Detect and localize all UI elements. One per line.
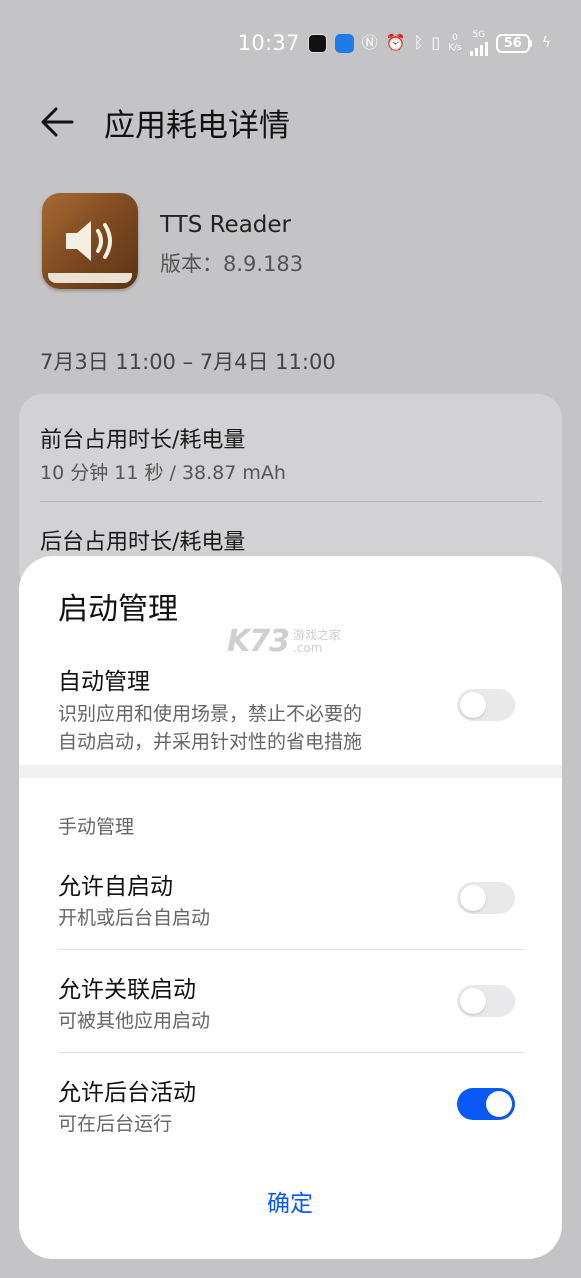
tiktok-icon [307, 33, 327, 53]
allow-auto-launch-desc: 开机或后台自启动 [58, 907, 211, 929]
auto-management-desc-line2: 自动启动，并采用针对性的省电措施 [58, 731, 363, 753]
date-range: 7月3日 11:00 – 7月4日 11:00 [40, 350, 336, 374]
app-version: 版本：8.9.183 [160, 252, 304, 276]
network-type: 5G [472, 30, 486, 40]
allow-background-activity-toggle[interactable] [457, 1088, 515, 1120]
bluetooth-icon: ᛒ [413, 33, 424, 52]
signal-icon: 5G [469, 30, 488, 56]
manual-management-label: 手动管理 [58, 816, 135, 838]
toggle-knob [460, 885, 486, 911]
auto-management-toggle[interactable] [457, 689, 515, 721]
page-title: 应用耗电详情 [104, 108, 290, 144]
battery-icon: 56 [495, 33, 532, 53]
section-separator [19, 765, 562, 778]
toggle-knob [460, 692, 486, 718]
watermark-logo: K73 [227, 624, 290, 659]
toggle-knob [460, 988, 486, 1014]
foreground-usage-title: 前台占用时长/耗电量 [40, 428, 246, 453]
auto-management-title: 自动管理 [58, 669, 150, 695]
allow-auto-launch-title: 允许自启动 [58, 874, 173, 900]
allow-associated-launch-desc: 可被其他应用启动 [58, 1010, 211, 1032]
allow-background-activity-desc: 可在后台运行 [58, 1113, 173, 1135]
allow-background-activity-title: 允许后台活动 [58, 1080, 196, 1106]
confirm-button[interactable]: 确定 [190, 1176, 390, 1226]
allow-associated-launch-title: 允许关联启动 [58, 977, 196, 1003]
divider [40, 501, 543, 502]
watermark-site: 游戏之家 [293, 627, 342, 642]
watermark-domain: .com [293, 640, 323, 655]
divider [58, 1052, 524, 1053]
status-bar: 10:37 Ⓝ ⏰ ᛒ ▯ 0 K/s 5G 56 ϟ [238, 28, 551, 58]
back-arrow-icon [41, 107, 74, 137]
divider [58, 949, 524, 950]
toggle-knob [486, 1091, 512, 1117]
nfc-icon: Ⓝ [361, 33, 378, 52]
charging-icon: ϟ [541, 35, 551, 51]
auto-management-desc-line1: 识别应用和使用场景，禁止不必要的 [58, 703, 363, 725]
network-speed-unit: K/s [448, 43, 462, 53]
speaker-icon [66, 221, 112, 261]
allow-associated-launch-toggle[interactable] [457, 985, 515, 1017]
network-speed: 0 K/s [448, 33, 462, 53]
background-usage-title: 后台占用时长/耗电量 [40, 530, 246, 555]
battery-level: 56 [495, 33, 530, 53]
allow-auto-launch-toggle[interactable] [457, 882, 515, 914]
app-notification-icon [334, 33, 354, 53]
network-speed-value: 0 [452, 33, 458, 43]
launch-management-sheet: 启动管理 K73 游戏之家 .com 自动管理 识别应用和使用场景，禁止不必要的… [19, 556, 562, 1259]
app-icon [42, 193, 138, 289]
vibrate-icon: ▯ [431, 33, 441, 52]
app-name: TTS Reader [160, 212, 292, 238]
status-time: 10:37 [237, 31, 300, 55]
foreground-usage-value: 10 分钟 11 秒 / 38.87 mAh [40, 462, 286, 484]
alarm-icon: ⏰ [385, 33, 406, 52]
sheet-title: 启动管理 [58, 592, 178, 627]
back-button[interactable] [38, 102, 78, 142]
watermark: K73 游戏之家 .com [227, 624, 341, 659]
